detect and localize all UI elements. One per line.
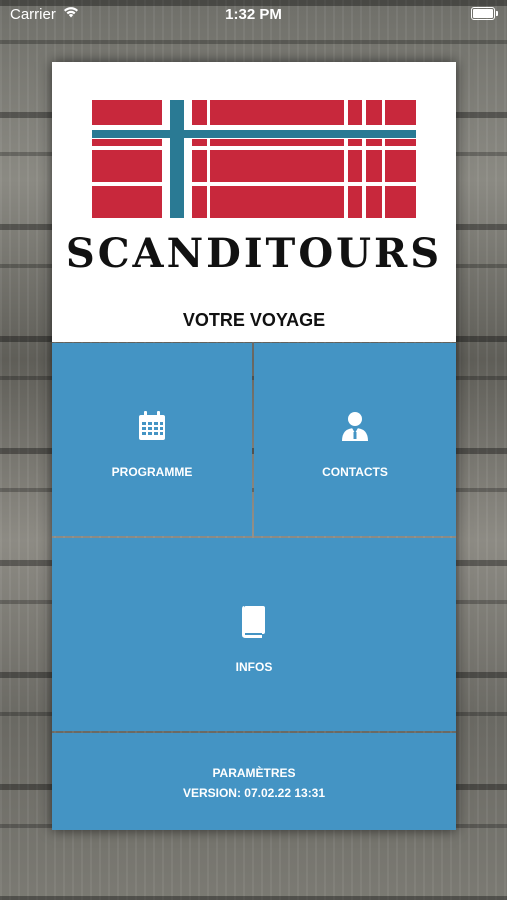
main-card: SCANDITOURS VOTRE VOYAGE PROGRAMME CONTA…	[52, 62, 456, 830]
settings-tile[interactable]: PARAMÈTRES VERSION: 07.02.22 13:31	[52, 733, 456, 830]
contacts-tile[interactable]: CONTACTS	[254, 343, 456, 536]
calendar-icon	[138, 411, 166, 446]
clock: 1:32 PM	[225, 6, 282, 23]
contacts-label: CONTACTS	[322, 465, 388, 479]
infos-label: INFOS	[235, 660, 273, 674]
version-label: VERSION: 07.02.22 13:31	[182, 786, 326, 800]
battery-icon	[471, 7, 498, 20]
page-title: VOTRE VOYAGE	[182, 310, 326, 330]
contact-person-icon	[341, 411, 369, 446]
programme-label: PROGRAMME	[111, 465, 193, 479]
programme-tile[interactable]: PROGRAMME	[52, 343, 252, 536]
book-icon	[242, 606, 266, 643]
infos-tile[interactable]: INFOS	[52, 538, 456, 731]
status-bar: Carrier 1:32 PM	[0, 0, 507, 30]
flag-logo-icon	[92, 100, 416, 218]
logo-area: SCANDITOURS VOTRE VOYAGE	[52, 62, 456, 342]
settings-label: PARAMÈTRES	[212, 766, 296, 780]
brand-name: SCANDITOURS	[65, 230, 443, 277]
